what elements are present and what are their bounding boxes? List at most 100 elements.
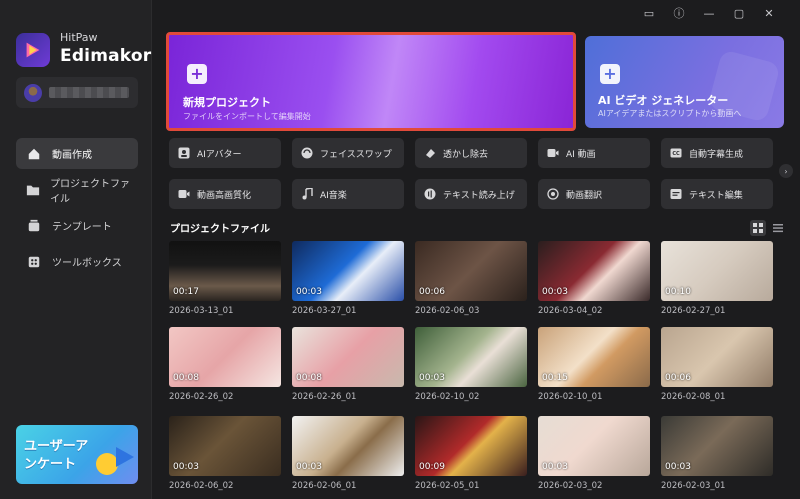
project-name: 2026-02-10_02 [415, 392, 480, 402]
sidebar-item-label: プロジェクトファイル [50, 178, 131, 205]
tool-text-to-speech[interactable]: テキスト読み上げ [415, 179, 527, 209]
project-name: 2026-02-03_02 [538, 481, 603, 491]
tts-icon [424, 188, 436, 200]
project-thumbnail: 00:09 [415, 416, 527, 476]
tool-label: AI 動画 [566, 149, 596, 160]
project-duration: 00:15 [542, 373, 568, 383]
sidebar-item-templates[interactable]: テンプレート [16, 210, 138, 241]
project-card[interactable]: 00:10 2026-02-27_01 [661, 241, 773, 316]
avatar-icon [178, 147, 190, 159]
grid-view-icon[interactable] [750, 220, 766, 236]
tool-face-swap[interactable]: フェイススワップ [292, 138, 404, 168]
project-duration: 00:10 [665, 287, 691, 297]
sidebar-item-label: ツールボックス [52, 258, 122, 269]
project-thumbnail: 00:08 [169, 327, 281, 387]
project-card[interactable]: 00:17 2026-03-13_01 [169, 241, 281, 316]
project-name: 2026-02-26_02 [169, 392, 234, 402]
project-card[interactable]: 00:08 2026-02-26_02 [169, 327, 281, 402]
tool-video-translate[interactable]: 動画翻訳 [538, 179, 650, 209]
project-card[interactable]: 00:03 2026-02-10_02 [415, 327, 527, 402]
project-thumbnail: 00:03 [292, 241, 404, 301]
survey-promo-banner[interactable]: ユーザーア ンケート [16, 425, 138, 484]
project-card[interactable]: 00:03 2026-02-06_02 [169, 416, 281, 491]
tool-ai-video[interactable]: AI 動画 [538, 138, 650, 168]
project-card[interactable]: 00:03 2026-03-04_02 [538, 241, 650, 316]
project-card[interactable]: 00:06 2026-02-06_03 [415, 241, 527, 316]
new-project-title: 新規プロジェクト [183, 96, 271, 109]
tool-label: フェイススワップ [320, 149, 392, 160]
sidebar-item-create-video[interactable]: 動画作成 [16, 138, 138, 169]
tool-label: テキスト編集 [689, 190, 743, 201]
project-duration: 00:03 [542, 462, 568, 472]
project-thumbnail: 00:10 [661, 241, 773, 301]
project-thumbnail: 00:03 [538, 416, 650, 476]
avatar [24, 84, 42, 102]
project-name: 2026-03-27_01 [292, 306, 357, 316]
project-name: 2026-02-27_01 [661, 306, 726, 316]
template-icon [26, 218, 42, 234]
project-card[interactable]: 00:03 2026-02-03_02 [538, 416, 650, 491]
minimize-icon[interactable]: — [698, 5, 720, 21]
music-icon [301, 188, 313, 200]
tool-label: AIアバター [197, 149, 242, 160]
promo-text-line1: ユーザーア [24, 439, 89, 454]
plus-icon: + [187, 64, 207, 84]
logo-play-icon [26, 42, 40, 58]
paper-plane-icon [116, 447, 134, 467]
project-thumbnail: 00:08 [292, 327, 404, 387]
info-icon[interactable]: ⓘ [668, 5, 690, 21]
project-name: 2026-02-06_03 [415, 306, 480, 316]
user-account[interactable] [16, 77, 138, 108]
tool-label: 自動字幕生成 [689, 149, 744, 160]
project-duration: 00:03 [173, 462, 199, 472]
project-card[interactable]: 00:08 2026-02-26_01 [292, 327, 404, 402]
tools-next-arrow-icon[interactable]: › [779, 164, 793, 178]
plus-icon: + [600, 64, 620, 84]
new-project-card[interactable]: + 新規プロジェクト ファイルをインポートして編集開始 [166, 32, 576, 131]
enhance-icon [178, 188, 190, 200]
smile-emoji-icon [96, 453, 118, 475]
project-card[interactable]: 00:09 2026-02-05_01 [415, 416, 527, 491]
tool-video-enhance[interactable]: 動画高画質化 [169, 179, 281, 209]
tool-label: 動画高画質化 [197, 190, 252, 201]
sidebar: HitPaw Edimakor 動画作成 プロジェクトファイル テンプレート ツ… [0, 0, 152, 499]
project-files-title: プロジェクトファイル [170, 224, 270, 235]
app-logo [16, 33, 50, 67]
close-icon[interactable]: ✕ [758, 5, 780, 21]
maximize-icon[interactable]: ▢ [728, 5, 750, 21]
svg-text:CC: CC [672, 151, 680, 157]
project-card[interactable]: 00:03 2026-03-27_01 [292, 241, 404, 316]
promo-text-line2: ンケート [24, 457, 77, 472]
project-duration: 00:03 [296, 287, 322, 297]
new-project-subtitle: ファイルをインポートして編集開始 [183, 112, 311, 121]
project-name: 2026-02-06_02 [169, 481, 234, 491]
sidebar-item-project-files[interactable]: プロジェクトファイル [16, 174, 138, 205]
project-thumbnail: 00:03 [292, 416, 404, 476]
project-card[interactable]: 00:06 2026-02-08_01 [661, 327, 773, 402]
project-name: 2026-03-04_02 [538, 306, 603, 316]
project-thumbnail: 00:17 [169, 241, 281, 301]
ai-video-title: AI ビデオ ジェネレーター [598, 94, 729, 107]
project-thumbnail: 00:15 [538, 327, 650, 387]
tool-ai-music[interactable]: AI音楽 [292, 179, 404, 209]
faceswap-icon [301, 147, 313, 159]
project-duration: 00:03 [665, 462, 691, 472]
tool-auto-subtitle[interactable]: CC 自動字幕生成 [661, 138, 773, 168]
project-card[interactable]: 00:03 2026-02-06_01 [292, 416, 404, 491]
list-view-icon[interactable] [770, 220, 786, 236]
tool-text-edit[interactable]: テキスト編集 [661, 179, 773, 209]
project-name: 2026-02-26_01 [292, 392, 357, 402]
tool-label: AI音楽 [320, 190, 347, 201]
brand-product: Edimakor [60, 46, 152, 66]
project-duration: 00:17 [173, 287, 199, 297]
ai-video-generator-card[interactable]: + AI ビデオ ジェネレーター AIアイデアまたはスクリプトから動画へ [585, 36, 784, 128]
tool-watermark-remove[interactable]: 透かし除去 [415, 138, 527, 168]
project-duration: 00:03 [542, 287, 568, 297]
sidebar-item-toolbox[interactable]: ツールボックス [16, 246, 138, 277]
project-card[interactable]: 00:15 2026-02-10_01 [538, 327, 650, 402]
project-card[interactable]: 00:03 2026-02-03_01 [661, 416, 773, 491]
window-controls: ▭ ⓘ — ▢ ✕ [638, 5, 780, 21]
feedback-icon[interactable]: ▭ [638, 5, 660, 21]
project-name: 2026-02-05_01 [415, 481, 480, 491]
tool-ai-avatar[interactable]: AIアバター [169, 138, 281, 168]
